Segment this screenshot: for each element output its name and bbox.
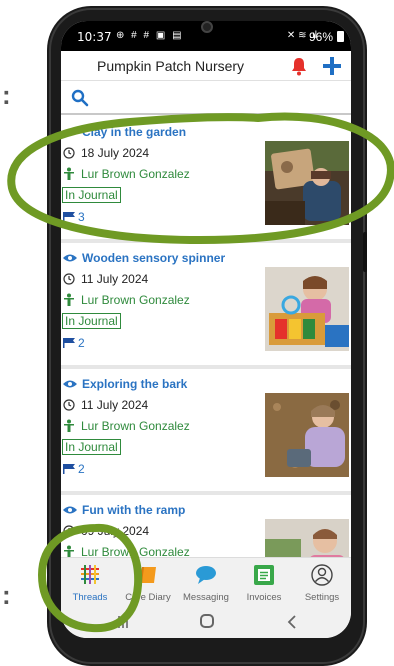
card-title-row: Clay in the garden	[63, 123, 186, 141]
messaging-icon	[196, 566, 216, 584]
clock-icon	[63, 399, 75, 411]
front-camera	[201, 21, 213, 33]
card-author-row: Lur Brown Gonzalez	[63, 292, 190, 308]
eye-icon	[63, 506, 77, 514]
thread-date: 09 July 2024	[81, 524, 150, 538]
search-bar[interactable]	[61, 81, 351, 115]
recent-apps-icon[interactable]	[116, 615, 130, 629]
flag-icon	[63, 338, 75, 348]
status-bar: 10:37 ⊕ # # ▣ ▤ ✕ ≋ .ıl 96%	[61, 21, 351, 51]
thread-author: Lur Brown Gonzalez	[81, 545, 190, 557]
care-diary-icon	[140, 567, 156, 583]
system-nav-bar	[61, 607, 351, 638]
settings-icon	[311, 564, 333, 586]
thread-photo[interactable]	[265, 519, 349, 557]
card-author-row: Lur Brown Gonzalez	[63, 166, 190, 182]
thread-title: Clay in the garden	[82, 125, 187, 139]
bell-icon[interactable]	[290, 56, 308, 76]
add-icon[interactable]	[321, 55, 343, 77]
screenshot-stage: : : 10:37 ⊕ # # ▣ ▤ ✕ ≋ .ıl 96% Pumpkin …	[0, 0, 394, 666]
tab-label: Settings	[304, 592, 340, 603]
thread-date: 11 July 2024	[81, 398, 149, 412]
tab-label: Threads	[72, 592, 108, 603]
tab-label: Invoices	[246, 592, 282, 603]
person-icon	[64, 293, 74, 306]
flag-count: 2	[78, 462, 85, 476]
thread-author: Lur Brown Gonzalez	[81, 167, 190, 181]
status-time: 10:37	[77, 30, 112, 44]
tab-care-diary[interactable]: Care Diary	[119, 558, 177, 608]
eye-icon	[63, 254, 77, 262]
person-icon	[64, 419, 74, 432]
side-dots-bottom: :	[2, 580, 11, 610]
card-author-row: Lur Brown Gonzalez	[63, 544, 190, 557]
clock-icon	[63, 273, 75, 285]
thread-photo[interactable]	[265, 393, 349, 477]
clock-icon	[63, 525, 75, 537]
person-icon	[64, 167, 74, 180]
person-icon	[64, 545, 74, 557]
tab-threads[interactable]: Threads	[61, 558, 119, 608]
tab-invoices[interactable]: Invoices	[235, 558, 293, 608]
tab-settings[interactable]: Settings	[293, 558, 351, 608]
thread-author: Lur Brown Gonzalez	[81, 419, 190, 433]
search-icon[interactable]	[71, 89, 89, 107]
card-title-row: Wooden sensory spinner	[63, 249, 225, 267]
thread-feed: Clay in the garden 18 July 2024 Lur Brow…	[61, 117, 351, 557]
bottom-tab-bar: Threads Care Diary Messaging Invoices Se…	[61, 557, 351, 607]
thread-photo[interactable]	[265, 141, 349, 225]
card-date-row: 09 July 2024	[63, 523, 149, 539]
thread-title: Exploring the bark	[82, 377, 188, 391]
tab-label: Messaging	[183, 592, 229, 603]
battery-percent: 96%	[308, 30, 333, 44]
flag-icon	[63, 464, 75, 474]
page-title: Pumpkin Patch Nursery	[97, 58, 245, 74]
card-date-row: 18 July 2024	[63, 145, 149, 161]
flag-icon	[63, 212, 75, 222]
thread-date: 11 July 2024	[81, 272, 149, 286]
thread-title: Fun with the ramp	[82, 503, 186, 517]
eye-icon	[63, 128, 77, 136]
threads-icon	[81, 565, 99, 584]
phone-screen: 10:37 ⊕ # # ▣ ▤ ✕ ≋ .ıl 96% Pumpkin Patc…	[61, 21, 351, 638]
in-journal-badge: In Journal	[62, 187, 121, 203]
card-title-row: Fun with the ramp	[63, 501, 185, 519]
back-icon[interactable]	[286, 614, 298, 630]
eye-icon	[63, 380, 77, 388]
card-flag-row: 3	[63, 209, 85, 225]
thread-card[interactable]: Fun with the ramp 09 July 2024 Lur Brown…	[61, 495, 351, 557]
invoices-icon	[254, 565, 274, 585]
flag-count: 3	[78, 210, 85, 224]
card-title-row: Exploring the bark	[63, 375, 187, 393]
phone-side-button	[363, 232, 367, 272]
thread-date: 18 July 2024	[81, 146, 150, 160]
tab-messaging[interactable]: Messaging	[177, 558, 235, 608]
thread-title: Wooden sensory spinner	[82, 251, 226, 265]
app-header: Pumpkin Patch Nursery	[61, 51, 351, 81]
thread-card[interactable]: Wooden sensory spinner 11 July 2024 Lur …	[61, 243, 351, 369]
battery-icon	[337, 31, 344, 42]
card-author-row: Lur Brown Gonzalez	[63, 418, 190, 434]
thread-photo[interactable]	[265, 267, 349, 351]
side-dots-top: :	[2, 80, 11, 110]
card-flag-row: 2	[63, 335, 85, 351]
card-date-row: 11 July 2024	[63, 397, 148, 413]
home-icon[interactable]	[200, 614, 214, 628]
thread-card[interactable]: Exploring the bark 11 July 2024 Lur Brow…	[61, 369, 351, 495]
thread-card[interactable]: Clay in the garden 18 July 2024 Lur Brow…	[61, 117, 351, 243]
card-flag-row: 2	[63, 461, 85, 477]
in-journal-badge: In Journal	[62, 313, 121, 329]
notification-icons: ⊕ # # ▣ ▤	[116, 30, 184, 41]
flag-count: 2	[78, 336, 85, 350]
clock-icon	[63, 147, 75, 159]
thread-author: Lur Brown Gonzalez	[81, 293, 190, 307]
in-journal-badge: In Journal	[62, 439, 121, 455]
card-date-row: 11 July 2024	[63, 271, 148, 287]
tab-label: Care Diary	[125, 592, 171, 603]
